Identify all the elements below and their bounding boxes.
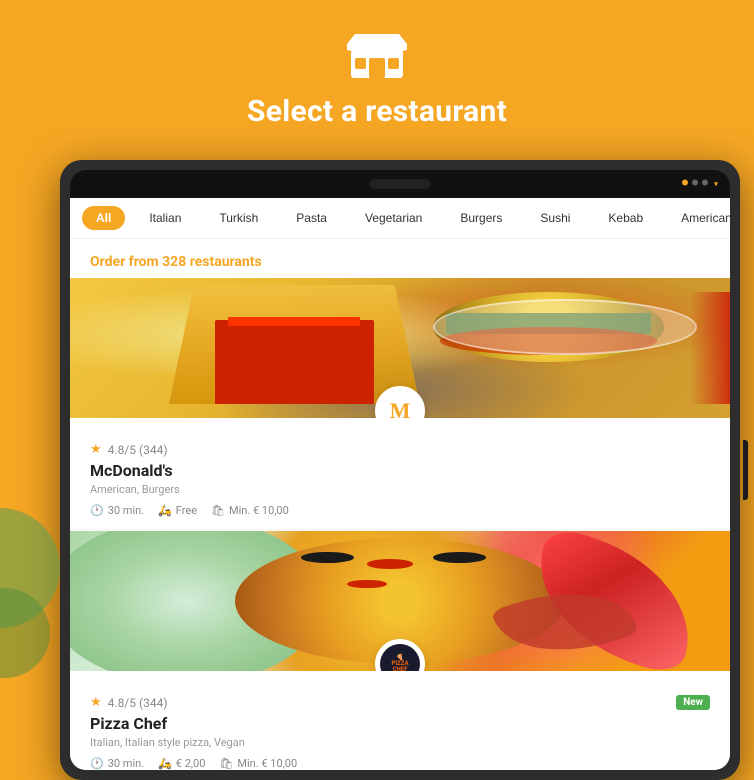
category-kebab[interactable]: Kebab <box>594 206 657 230</box>
mcdonalds-cuisine: American, Burgers <box>90 483 710 496</box>
delivery-cost-label: € 2,00 <box>176 757 206 770</box>
camera-bump <box>370 179 430 189</box>
tablet-top-bar: ▾ <box>70 170 730 198</box>
clock-icon: 🕐 <box>90 504 104 517</box>
category-pasta[interactable]: Pasta <box>282 206 341 230</box>
pizza-chef-logo-text: 🍕PIZZACHEF <box>380 644 420 671</box>
bag-icon: 🛍 <box>219 757 233 770</box>
bike-icon: 🛵 <box>158 757 172 770</box>
pizza-chef-delivery: 🕐 30 min. 🛵 € 2,00 🛍 Min. € 10,00 <box>90 757 710 770</box>
star-icon: ★ <box>90 442 102 457</box>
pizza-chef-rating: 4.8/5 (344) <box>108 696 168 710</box>
status-dot-2 <box>692 180 698 186</box>
star-icon: ★ <box>90 695 102 710</box>
pizza-chef-name: Pizza Chef <box>90 714 710 733</box>
new-badge: New <box>676 695 710 710</box>
category-burgers[interactable]: Burgers <box>446 206 516 230</box>
tablet-frame: ▾ All Italian Turkish Pasta Vegetarian B… <box>60 160 740 780</box>
pizza-chef-cuisine: Italian, Italian style pizza, Vegan <box>90 736 710 749</box>
min-order-label: Min. € 10,00 <box>229 504 289 517</box>
delivery-cost-label: Free <box>176 504 197 517</box>
category-turkish[interactable]: Turkish <box>205 206 272 230</box>
status-dot-3 <box>702 180 708 186</box>
delivery-time-label: 30 min. <box>108 504 144 517</box>
restaurant-card[interactable]: 🍕PIZZACHEF ★ 4.8/5 (344) New Pizza Chef … <box>70 531 730 770</box>
category-sushi[interactable]: Sushi <box>526 206 584 230</box>
tablet-power-button[interactable] <box>743 440 748 500</box>
card-image-pizza: 🍕PIZZACHEF <box>70 531 730 671</box>
mcdonalds-name: McDonald's <box>90 461 710 480</box>
category-all[interactable]: All <box>82 206 125 230</box>
min-order-label: Min. € 10,00 <box>237 757 297 770</box>
bike-icon: 🛵 <box>158 504 172 517</box>
restaurant-card[interactable]: M ★ 4.8/5 (344) McDonald's American, Bur… <box>70 278 730 529</box>
list-header: Order from 328 restaurants <box>70 239 730 278</box>
category-bar: All Italian Turkish Pasta Vegetarian Bur… <box>70 198 730 239</box>
status-dots: ▾ <box>682 180 718 189</box>
status-dot-1 <box>682 180 688 186</box>
list-count: Order from 328 restaurants <box>90 254 262 270</box>
page-title: Select a restaurant <box>247 94 507 129</box>
mcdonalds-m: M <box>390 398 411 418</box>
delivery-cost: 🛵 Free <box>158 504 197 517</box>
page-header: Select a restaurant <box>0 0 754 149</box>
app-content: All Italian Turkish Pasta Vegetarian Bur… <box>70 198 730 770</box>
signal-icon: ▾ <box>714 180 718 189</box>
category-vegetarian[interactable]: Vegetarian <box>351 206 436 230</box>
bag-icon: 🛍 <box>211 504 225 517</box>
mcdonalds-delivery: 🕐 30 min. 🛵 Free 🛍 Min. € 10,00 <box>90 504 710 517</box>
min-order: 🛍 Min. € 10,00 <box>219 757 297 770</box>
delivery-time: 🕐 30 min. <box>90 504 144 517</box>
mcdonalds-rating-row: ★ 4.8/5 (344) <box>90 442 710 457</box>
store-icon <box>347 28 407 80</box>
clock-icon: 🕐 <box>90 757 104 770</box>
mcdonalds-info: ★ 4.8/5 (344) McDonald's American, Burge… <box>70 418 730 529</box>
kfc-partial <box>690 292 730 404</box>
restaurant-list: Order from 328 restaurants <box>70 239 730 770</box>
delivery-time-label: 30 min. <box>108 757 144 770</box>
min-order: 🛍 Min. € 10,00 <box>211 504 289 517</box>
mcdonalds-rating: 4.8/5 (344) <box>108 443 168 457</box>
decoration <box>0 488 80 688</box>
delivery-time: 🕐 30 min. <box>90 757 144 770</box>
category-american[interactable]: American <box>667 206 730 230</box>
delivery-cost: 🛵 € 2,00 <box>158 757 205 770</box>
pizza-chef-rating-row: ★ 4.8/5 (344) New <box>90 695 710 710</box>
pizza-chef-info: ★ 4.8/5 (344) New Pizza Chef Italian, It… <box>70 671 730 770</box>
card-image-mcdonalds: M <box>70 278 730 418</box>
category-italian[interactable]: Italian <box>135 206 195 230</box>
